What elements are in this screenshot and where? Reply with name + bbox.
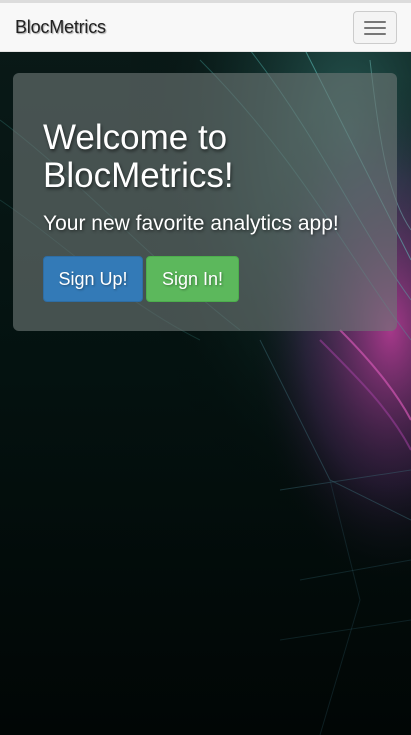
sign-in-button[interactable]: Sign In! <box>146 256 239 302</box>
hamburger-menu-icon <box>364 33 386 35</box>
brand-link[interactable]: BlocMetrics <box>15 17 106 38</box>
hamburger-menu-icon <box>364 21 386 23</box>
page: BlocMetrics Welcome to BlocMetrics! Your… <box>0 0 411 735</box>
hamburger-menu-icon <box>364 27 386 29</box>
hero-subheadline: Your new favorite analytics app! <box>43 212 339 235</box>
hero-panel: Welcome to BlocMetrics! Your new favorit… <box>13 73 397 331</box>
navbar-toggle-button[interactable] <box>353 11 397 44</box>
top-navbar: BlocMetrics <box>0 0 411 52</box>
hero-headline: Welcome to BlocMetrics! <box>43 118 234 195</box>
sign-up-button[interactable]: Sign Up! <box>43 256 143 302</box>
